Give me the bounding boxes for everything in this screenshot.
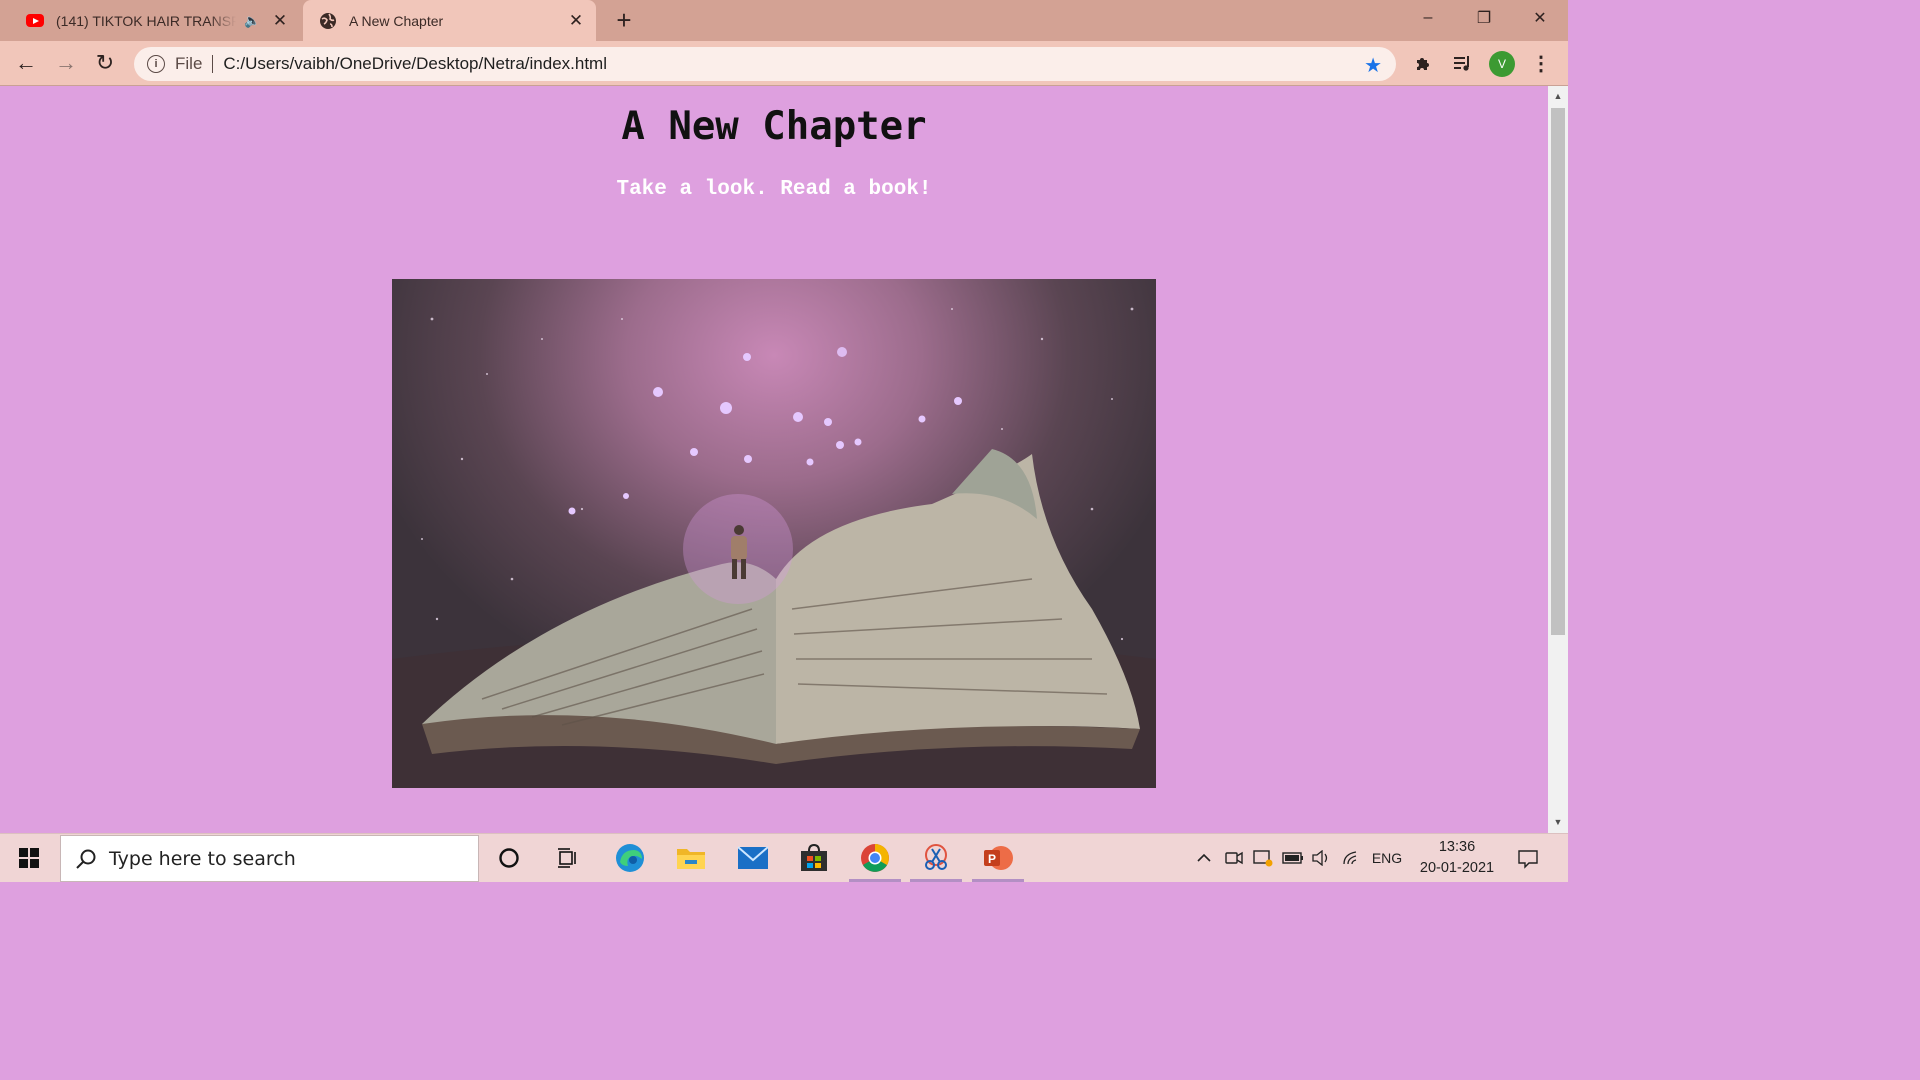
menu-kebab-icon[interactable]: ⋮ [1527,49,1555,77]
address-bar[interactable]: i File C:/Users/vaibh/OneDrive/Desktop/N… [134,47,1396,81]
back-button[interactable]: ← [10,47,42,79]
new-tab-button[interactable]: + [610,5,638,35]
profile-avatar[interactable]: V [1489,51,1515,77]
volume-icon[interactable] [1309,834,1333,882]
info-icon[interactable]: i [147,55,165,73]
page-title: A New Chapter [621,104,927,149]
search-icon [76,849,96,869]
tab-youtube[interactable]: (141) TIKTOK HAIR TRANSFORMATIONS 🔈 ✕ [14,0,300,41]
scroll-thumb[interactable] [1551,108,1565,635]
page-viewport: A New Chapter Take a look. Read a book! [0,86,1548,833]
show-hidden-icons-chevron-icon[interactable] [1192,834,1216,882]
minimize-button[interactable]: – [1400,0,1456,36]
hero-image [392,279,1156,788]
task-view-icon[interactable] [540,834,596,882]
bookmark-star-icon[interactable]: ★ [1364,53,1382,78]
browser-toolbar: ← → ↻ i File C:/Users/vaibh/OneDrive/Des… [0,41,1568,86]
close-tab-icon[interactable]: ✕ [566,11,586,31]
file-explorer-icon[interactable] [663,834,719,882]
update-notification-icon[interactable] [1250,834,1276,882]
close-tab-icon[interactable]: ✕ [270,11,290,31]
media-control-icon[interactable] [1448,49,1476,77]
windows-logo-icon [19,848,39,868]
wifi-icon[interactable] [1339,834,1363,882]
page-scrollbar[interactable]: ▲ ▼ [1548,86,1568,833]
clock-date: 20-01-2021 [1419,860,1495,876]
close-window-button[interactable]: ✕ [1512,0,1568,36]
scheme-label: File [175,54,203,73]
url-text[interactable]: C:/Users/vaibh/OneDrive/Desktop/Netra/in… [223,54,1396,74]
edge-icon[interactable] [602,834,658,882]
speaker-icon[interactable]: 🔈 [244,13,264,29]
windows-taskbar: Type here to search P ENG 13:36 20-01-20… [0,833,1568,882]
meet-now-icon[interactable] [1222,834,1246,882]
clock[interactable]: 13:36 20-01-2021 [1410,837,1504,879]
snipping-tool-icon[interactable] [908,834,964,882]
cortana-icon[interactable] [481,834,537,882]
extensions-icon[interactable] [1409,49,1437,77]
start-button[interactable] [0,834,58,882]
clock-time: 13:36 [1438,839,1476,855]
scroll-up-icon[interactable]: ▲ [1553,91,1563,101]
forward-button[interactable]: → [50,47,82,79]
battery-icon[interactable] [1280,834,1306,882]
page-subtitle: Take a look. Read a book! [616,178,932,201]
powerpoint-icon[interactable]: P [970,834,1026,882]
divider [212,55,214,73]
action-center-icon[interactable] [1508,844,1548,874]
browser-tab-strip: (141) TIKTOK HAIR TRANSFORMATIONS 🔈 ✕ A … [0,0,1568,41]
globe-icon [319,12,337,30]
youtube-icon [26,12,44,30]
tab-title: A New Chapter [349,12,444,29]
scroll-down-icon[interactable]: ▼ [1553,817,1563,827]
search-placeholder: Type here to search [109,847,296,870]
taskbar-search-input[interactable]: Type here to search [60,835,479,882]
restore-button[interactable]: ❐ [1456,0,1512,36]
store-icon[interactable] [786,834,842,882]
tab-a-new-chapter[interactable]: A New Chapter ✕ [303,0,596,41]
language-indicator[interactable]: ENG [1368,834,1406,882]
svg-text:P: P [988,852,996,866]
chrome-icon[interactable] [847,834,903,882]
mail-icon[interactable] [725,834,781,882]
tab-title: (141) TIKTOK HAIR TRANSFORMATIONS [56,12,236,29]
reload-button[interactable]: ↻ [89,47,121,79]
